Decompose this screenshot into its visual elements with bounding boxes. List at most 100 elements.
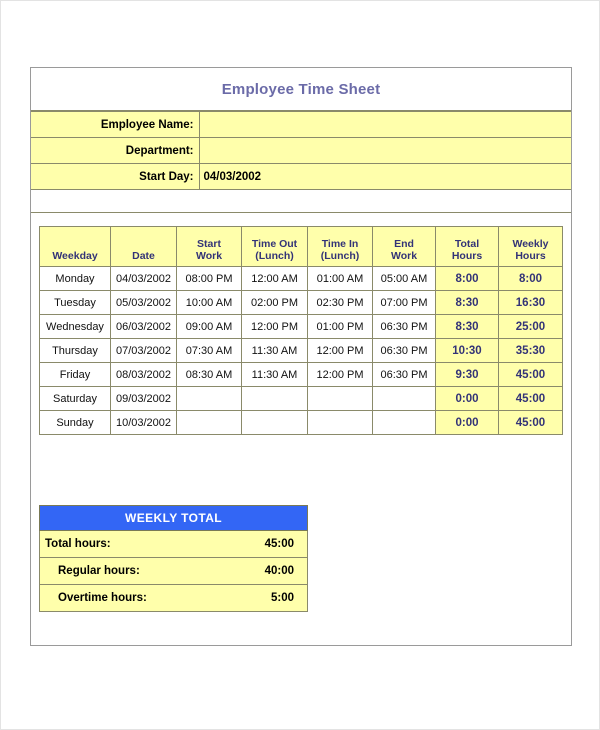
column-header-time-out-lunch-line2: (Lunch) [255, 250, 294, 262]
column-header-end-work-line2: Work [390, 250, 418, 262]
cell-date: 04/03/2002 [110, 266, 177, 291]
column-header-weekday-line2: Weekday [52, 250, 98, 262]
cell-total-hours: 8:30 [435, 314, 499, 339]
form-grid-separator [31, 189, 571, 213]
cell-weekday: Sunday [39, 410, 111, 435]
employee-info-form: Employee Name: Department: Start Day: 04… [31, 111, 571, 190]
table-row: Saturday 09/03/2002 0:00 45:00 [39, 386, 563, 411]
regular-hours-label: Regular hours: [39, 557, 174, 585]
column-header-weekly-hours-line2: Hours [515, 250, 546, 262]
department-label: Department: [31, 137, 200, 164]
cell-total-hours: 8:30 [435, 290, 499, 315]
cell-start-work[interactable] [176, 410, 242, 435]
table-row: Monday 04/03/2002 08:00 PM 12:00 AM 01:0… [39, 266, 563, 291]
cell-weekday: Thursday [39, 338, 111, 363]
total-hours-row: Total hours: 45:00 [39, 530, 308, 558]
cell-total-hours: 0:00 [435, 386, 499, 411]
timesheet-header-row: Weekday Date Start Work Time Out (Lunch) [39, 226, 563, 267]
department-field[interactable] [198, 137, 571, 164]
cell-time-in-lunch[interactable]: 01:00 PM [307, 314, 373, 339]
overtime-hours-label: Overtime hours: [39, 584, 174, 612]
cell-weekly-hours: 16:30 [498, 290, 563, 315]
cell-weekday: Saturday [39, 386, 111, 411]
cell-weekly-hours: 25:00 [498, 314, 563, 339]
title-bar: Employee Time Sheet [31, 68, 571, 111]
cell-weekday: Monday [39, 266, 111, 291]
total-hours-label: Total hours: [39, 530, 174, 558]
column-header-time-in-lunch-line1: Time In [321, 238, 359, 250]
column-header-end-work: End Work [372, 226, 436, 267]
cell-end-work[interactable]: 06:30 PM [372, 338, 436, 363]
cell-time-in-lunch[interactable]: 01:00 AM [307, 266, 373, 291]
cell-time-out-lunch[interactable]: 11:30 AM [241, 362, 308, 387]
cell-start-work[interactable]: 08:30 AM [176, 362, 242, 387]
column-header-time-in-lunch-line2: (Lunch) [320, 250, 360, 262]
column-header-start-work-line1: Start [197, 238, 221, 250]
table-row: Thursday 07/03/2002 07:30 AM 11:30 AM 12… [39, 338, 563, 363]
cell-weekly-hours: 35:30 [498, 338, 563, 363]
cell-end-work[interactable]: 06:30 PM [372, 314, 436, 339]
overtime-hours-row: Overtime hours: 5:00 [39, 584, 308, 612]
weekly-total-heading: WEEKLY TOTAL [39, 505, 308, 531]
column-header-start-work-line2: Work [195, 250, 223, 262]
cell-end-work[interactable] [372, 410, 436, 435]
column-header-total-hours-line1: Total [454, 238, 480, 250]
regular-hours-value: 40:00 [173, 557, 308, 585]
cell-date: 09/03/2002 [110, 386, 177, 411]
total-hours-value: 45:00 [173, 530, 308, 558]
cell-time-out-lunch[interactable] [241, 386, 308, 411]
cell-start-work[interactable]: 08:00 PM [176, 266, 242, 291]
cell-start-work[interactable]: 07:30 AM [176, 338, 242, 363]
cell-start-work[interactable]: 10:00 AM [176, 290, 242, 315]
cell-time-out-lunch[interactable]: 12:00 AM [241, 266, 308, 291]
cell-date: 10/03/2002 [110, 410, 177, 435]
cell-date: 05/03/2002 [110, 290, 177, 315]
page-title: Employee Time Sheet [221, 80, 381, 98]
column-header-time-out-lunch: Time Out (Lunch) [241, 226, 308, 267]
cell-total-hours: 9:30 [435, 362, 499, 387]
column-header-weekday: Weekday [39, 226, 111, 267]
cell-date: 06/03/2002 [110, 314, 177, 339]
start-day-label: Start Day: [31, 163, 200, 190]
column-header-end-work-line1: End [394, 238, 414, 250]
employee-name-label: Employee Name: [31, 111, 200, 138]
start-day-field[interactable]: 04/03/2002 [198, 163, 571, 190]
cell-end-work[interactable]: 06:30 PM [372, 362, 436, 387]
timesheet-document: Employee Time Sheet Employee Name: Depar… [30, 67, 572, 646]
table-row: Sunday 10/03/2002 0:00 45:00 [39, 410, 563, 435]
cell-total-hours: 10:30 [435, 338, 499, 363]
cell-weekday: Wednesday [39, 314, 111, 339]
overtime-hours-value: 5:00 [173, 584, 308, 612]
cell-end-work[interactable]: 05:00 AM [372, 266, 436, 291]
column-header-date-line2: Date [132, 250, 155, 262]
cell-weekly-hours: 45:00 [498, 362, 563, 387]
cell-end-work[interactable]: 07:00 PM [372, 290, 436, 315]
table-row: Tuesday 05/03/2002 10:00 AM 02:00 PM 02:… [39, 290, 563, 315]
cell-end-work[interactable] [372, 386, 436, 411]
cell-time-out-lunch[interactable]: 02:00 PM [241, 290, 308, 315]
column-header-start-work: Start Work [176, 226, 242, 267]
cell-time-out-lunch[interactable]: 11:30 AM [241, 338, 308, 363]
cell-time-in-lunch[interactable]: 02:30 PM [307, 290, 373, 315]
cell-time-in-lunch[interactable] [307, 410, 373, 435]
cell-time-in-lunch[interactable] [307, 386, 373, 411]
column-header-time-out-lunch-line1: Time Out [251, 238, 298, 250]
cell-time-out-lunch[interactable] [241, 410, 308, 435]
cell-time-in-lunch[interactable]: 12:00 PM [307, 362, 373, 387]
cell-start-work[interactable] [176, 386, 242, 411]
cell-weekly-hours: 8:00 [498, 266, 563, 291]
cell-time-out-lunch[interactable]: 12:00 PM [241, 314, 308, 339]
table-row: Wednesday 06/03/2002 09:00 AM 12:00 PM 0… [39, 314, 563, 339]
cell-total-hours: 0:00 [435, 410, 499, 435]
weekly-total-summary: WEEKLY TOTAL Total hours: 45:00 Regular … [39, 505, 308, 612]
cell-time-in-lunch[interactable]: 12:00 PM [307, 338, 373, 363]
regular-hours-row: Regular hours: 40:00 [39, 557, 308, 585]
column-header-time-in-lunch: Time In (Lunch) [307, 226, 373, 267]
cell-start-work[interactable]: 09:00 AM [176, 314, 242, 339]
timesheet-grid: Weekday Date Start Work Time Out (Lunch) [39, 226, 563, 435]
employee-name-field[interactable] [198, 111, 571, 138]
start-day-row: Start Day: 04/03/2002 [31, 163, 571, 190]
employee-name-row: Employee Name: [31, 111, 571, 138]
cell-date: 08/03/2002 [110, 362, 177, 387]
table-row: Friday 08/03/2002 08:30 AM 11:30 AM 12:0… [39, 362, 563, 387]
